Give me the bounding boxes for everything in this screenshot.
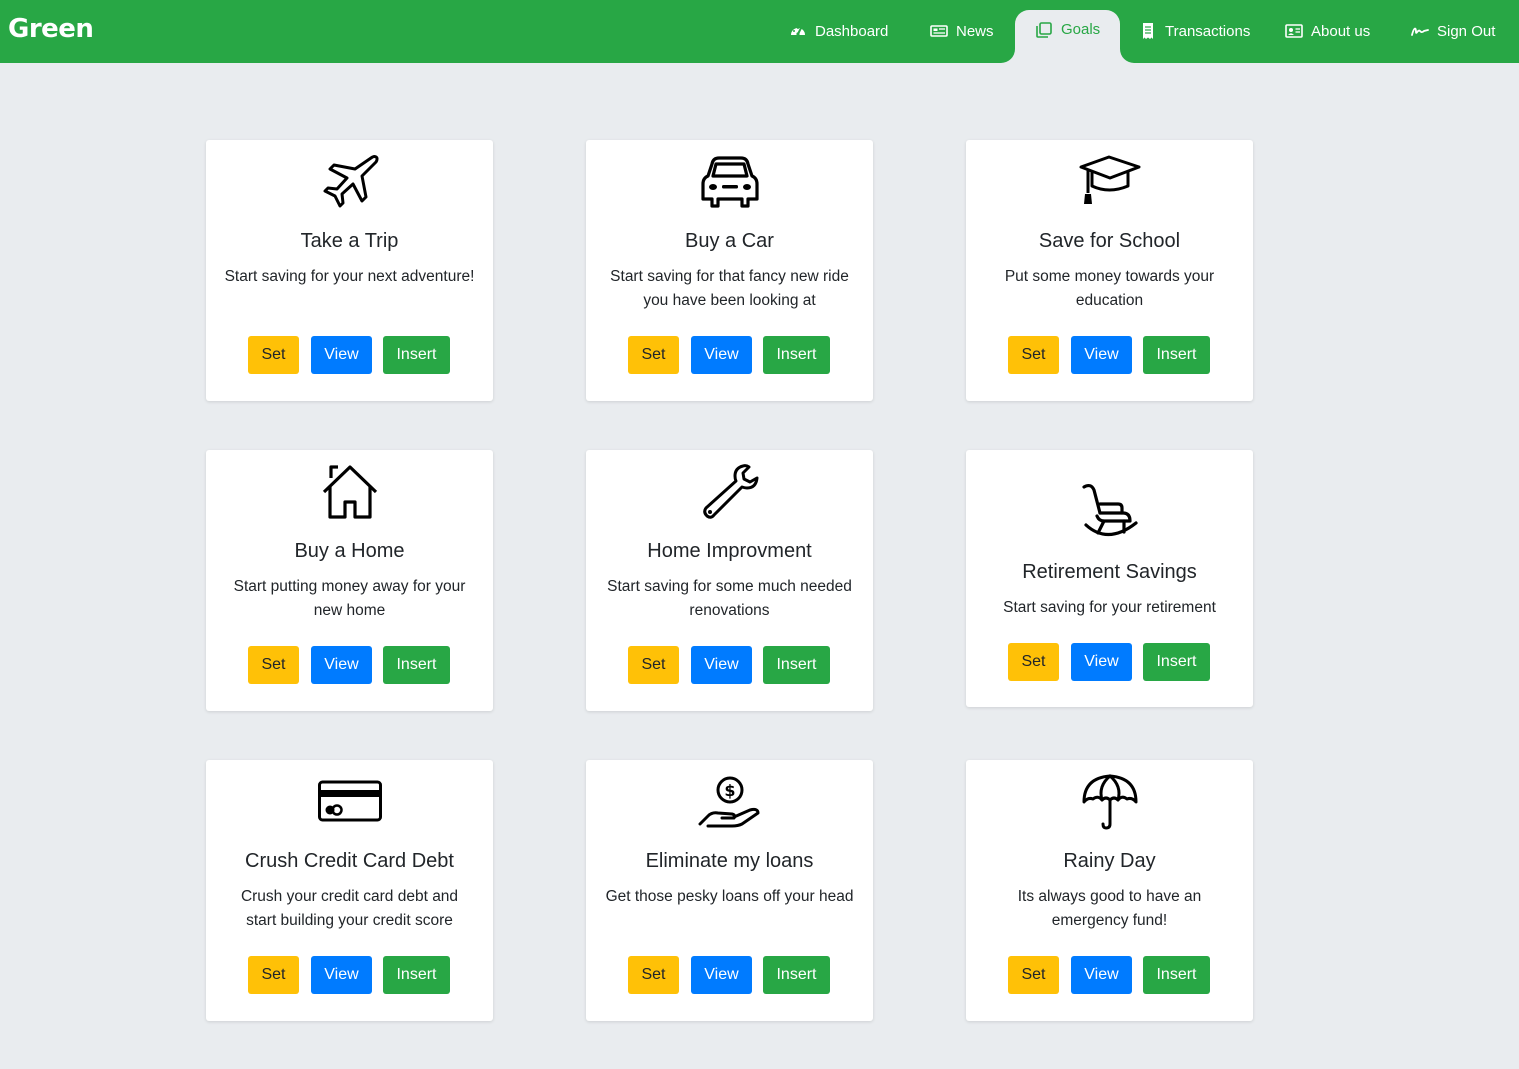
- set-button[interactable]: Set: [1008, 956, 1059, 994]
- view-button[interactable]: View: [691, 646, 752, 684]
- card-text: Put some money towards your education: [1004, 268, 1215, 309]
- nav-label: About us: [1311, 22, 1371, 40]
- card-title: Buy a Home: [294, 540, 405, 562]
- signature-icon: [1411, 27, 1429, 36]
- receipt-icon: [1143, 23, 1153, 39]
- nav-dashboard[interactable]: Dashboard: [789, 10, 888, 52]
- nav-label: News: [956, 22, 994, 40]
- set-button[interactable]: Set: [248, 336, 299, 374]
- rocking-chair-icon: [1078, 483, 1142, 543]
- nav-label: Sign Out: [1437, 22, 1496, 40]
- goal-card-credit: Crush Credit Card Debt Crush your credit…: [206, 760, 493, 1021]
- card-text: Its always good to have an emergency fun…: [1017, 888, 1202, 929]
- card-text: Start putting money away for your new ho…: [233, 578, 466, 619]
- card-title: Eliminate my loans: [645, 850, 814, 872]
- card-title: Retirement Savings: [1022, 561, 1197, 583]
- hand-coin-icon: $: [698, 772, 762, 832]
- view-button[interactable]: View: [311, 646, 372, 684]
- card-title: Take a Trip: [300, 230, 399, 252]
- car-icon: [698, 152, 762, 212]
- airplane-icon: [318, 152, 382, 212]
- nav-goals[interactable]: Goals: [1015, 10, 1121, 63]
- contact-card-icon: [1285, 24, 1303, 38]
- set-button[interactable]: Set: [248, 646, 299, 684]
- set-button[interactable]: Set: [248, 956, 299, 994]
- goal-card-rainy-day: Rainy Day Its always good to have an eme…: [966, 760, 1253, 1021]
- goal-card-retirement: Retirement Savings Start saving for your…: [966, 450, 1253, 707]
- nav-signout[interactable]: Sign Out: [1411, 10, 1495, 52]
- goal-card-loans: $ Eliminate my loans Get those pesky loa…: [586, 760, 873, 1021]
- card-text: Crush your credit card debt and start bu…: [240, 888, 459, 929]
- view-button[interactable]: View: [311, 956, 372, 994]
- credit-card-icon: [317, 772, 382, 832]
- insert-button[interactable]: Insert: [1143, 336, 1210, 374]
- nav-about[interactable]: About us: [1285, 10, 1370, 52]
- card-text: Start saving for that fancy new ride you…: [610, 268, 849, 309]
- card-title: Home Improvment: [647, 540, 812, 562]
- insert-button[interactable]: Insert: [383, 956, 450, 994]
- card-text: Get those pesky loans off your head: [605, 888, 854, 905]
- goal-card-car: Buy a Car Start saving for that fancy ne…: [586, 140, 873, 401]
- card-title: Save for School: [1038, 230, 1181, 252]
- brand-logo[interactable]: Green: [8, 14, 94, 44]
- goal-card-trip: Take a Trip Start saving for your next a…: [206, 140, 493, 401]
- view-button[interactable]: View: [691, 336, 752, 374]
- top-navbar: Green Dashboard News Goals Transactions …: [0, 0, 1519, 63]
- nav-label: Transactions: [1165, 22, 1251, 40]
- insert-button[interactable]: Insert: [763, 336, 830, 374]
- nav-label: Goals: [1061, 21, 1101, 38]
- card-text: Start saving for your next adventure!: [224, 268, 475, 285]
- view-button[interactable]: View: [691, 956, 752, 994]
- goal-card-improvement: Home Improvment Start saving for some mu…: [586, 450, 873, 711]
- insert-button[interactable]: Insert: [383, 336, 450, 374]
- view-button[interactable]: View: [311, 336, 372, 374]
- goal-card-home: Buy a Home Start putting money away for …: [206, 450, 493, 711]
- view-button[interactable]: View: [1071, 956, 1132, 994]
- nav-news[interactable]: News: [930, 10, 994, 52]
- set-button[interactable]: Set: [1008, 336, 1059, 374]
- goal-card-school: Save for School Put some money towards y…: [966, 140, 1253, 401]
- insert-button[interactable]: Insert: [763, 956, 830, 994]
- card-title: Crush Credit Card Debt: [245, 850, 454, 872]
- card-title: Rainy Day: [1063, 850, 1156, 872]
- set-button[interactable]: Set: [628, 336, 679, 374]
- wrench-icon: [698, 462, 762, 522]
- view-button[interactable]: View: [1071, 336, 1132, 374]
- set-button[interactable]: Set: [628, 956, 679, 994]
- graduation-cap-icon: [1078, 152, 1142, 212]
- newspaper-icon: [930, 25, 948, 37]
- card-text: Start saving for your retirement: [1003, 599, 1216, 616]
- insert-button[interactable]: Insert: [1143, 643, 1210, 681]
- insert-button[interactable]: Insert: [383, 646, 450, 684]
- set-button[interactable]: Set: [628, 646, 679, 684]
- gauge-icon: [791, 27, 805, 36]
- view-button[interactable]: View: [1071, 643, 1132, 681]
- umbrella-icon: [1078, 772, 1142, 832]
- card-text: Start saving for some much needed renova…: [607, 578, 852, 619]
- house-icon: [318, 462, 382, 522]
- nav-transactions[interactable]: Transactions: [1139, 10, 1250, 52]
- layers-icon: [1036, 22, 1052, 38]
- card-title: Buy a Car: [685, 230, 774, 252]
- insert-button[interactable]: Insert: [763, 646, 830, 684]
- nav-label: Dashboard: [815, 22, 889, 40]
- set-button[interactable]: Set: [1008, 643, 1059, 681]
- svg-text:$: $: [724, 781, 735, 800]
- insert-button[interactable]: Insert: [1143, 956, 1210, 994]
